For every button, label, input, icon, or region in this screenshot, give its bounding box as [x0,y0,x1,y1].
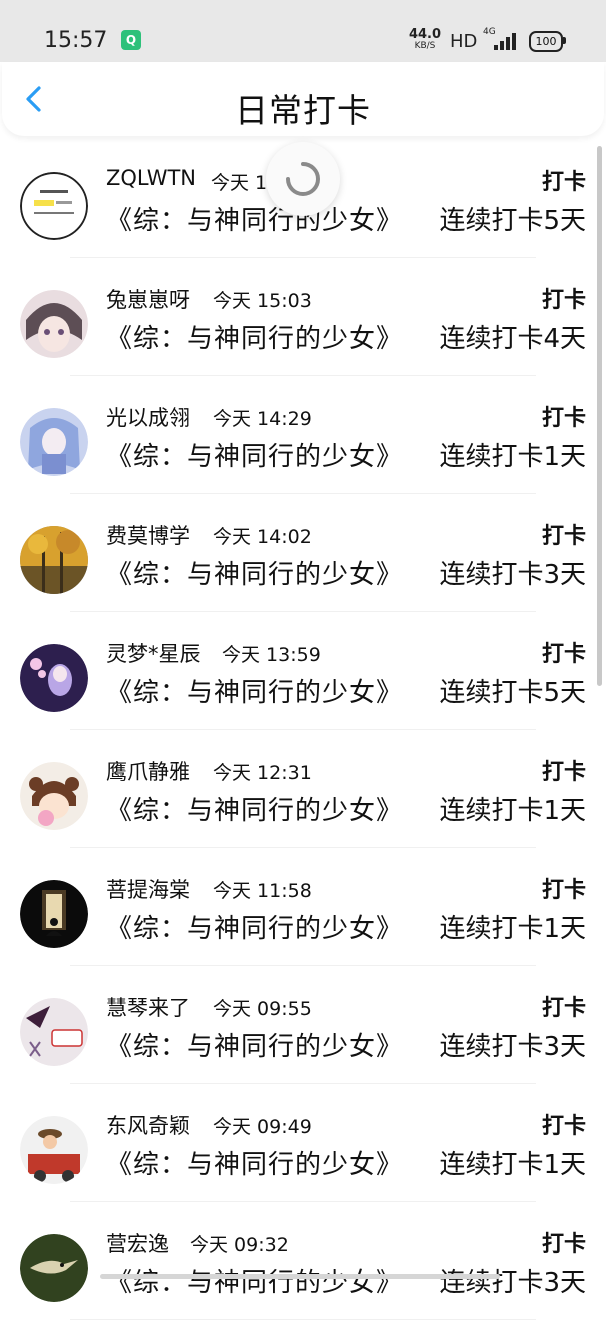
username[interactable]: 费莫博学 [106,520,190,550]
avatar[interactable] [20,1116,88,1184]
checkin-time: 今天 09:49 [213,1116,312,1138]
list-item[interactable]: 灵梦*星辰 今天 13:59 《综：与神同行的少女》 打卡 连续打卡5天 [0,612,606,730]
checkin-time: 今天 14:29 [213,408,312,430]
streak-text: 连续打卡4天 [439,324,586,354]
avatar[interactable] [20,880,88,948]
list-item[interactable]: 菩提海棠 今天 11:58 《综：与神同行的少女》 打卡 连续打卡1天 [0,848,606,966]
username[interactable]: 兔崽崽呀 [106,284,190,314]
streak-text: 连续打卡5天 [439,206,586,236]
checkin-list: ZQLWTN 今天 1 《综：与神同行的少女》 打卡 连续打卡5天 兔崽崽呀 今… [0,140,606,1320]
username[interactable]: 菩提海棠 [106,874,190,904]
username[interactable]: 慧琴来了 [106,992,190,1022]
battery-icon: 100 [529,31,563,52]
username[interactable]: 光以成翎 [106,402,190,432]
book-title[interactable]: 《综：与神同行的少女》 [106,436,403,473]
list-item[interactable]: 光以成翎 今天 14:29 《综：与神同行的少女》 打卡 连续打卡1天 [0,376,606,494]
avatar[interactable] [20,526,88,594]
battery-tip [563,37,566,44]
book-title[interactable]: 《综：与神同行的少女》 [106,1026,403,1063]
username[interactable]: 东风奇颖 [106,1110,190,1140]
checkin-time: 今天 13:59 [222,644,321,666]
checkin-label: 打卡 [541,1232,586,1257]
checkin-time: 今天 11:58 [213,880,312,902]
book-title[interactable]: 《综：与神同行的少女》 [106,672,403,709]
checkin-time: 今天 12:31 [213,762,312,784]
checkin-label: 打卡 [541,996,586,1021]
checkin-time: 今天 1 [211,172,268,194]
avatar[interactable] [20,1234,88,1302]
checkin-label: 打卡 [541,288,586,313]
book-title[interactable]: 《综：与神同行的少女》 [106,908,403,945]
list-item[interactable]: 费莫博学 今天 14:02 《综：与神同行的少女》 打卡 连续打卡3天 [0,494,606,612]
list-item[interactable]: 慧琴来了 今天 09:55 《综：与神同行的少女》 打卡 连续打卡3天 [0,966,606,1084]
status-time: 15:57 [44,28,108,53]
streak-text: 连续打卡1天 [439,796,586,826]
list-item[interactable]: 兔崽崽呀 今天 15:03 《综：与神同行的少女》 打卡 连续打卡4天 [0,258,606,376]
home-indicator [100,1274,500,1279]
status-bar: 15:57 Q 44.0 KB/S HD 4G 100 [0,0,606,62]
avatar[interactable] [20,762,88,830]
avatar[interactable] [20,172,88,240]
book-title[interactable]: 《综：与神同行的少女》 [106,1144,403,1181]
book-title[interactable]: 《综：与神同行的少女》 [106,318,403,355]
hd-indicator: HD [450,31,478,52]
username[interactable]: ZQLWTN [106,166,196,190]
app-notification-icon: Q [121,30,141,50]
page-header: 日常打卡 [2,62,604,136]
streak-text: 连续打卡3天 [439,560,586,590]
book-title[interactable]: 《综：与神同行的少女》 [106,1262,403,1299]
streak-text: 连续打卡3天 [439,1268,586,1298]
checkin-label: 打卡 [541,524,586,549]
book-title[interactable]: 《综：与神同行的少女》 [106,790,403,827]
streak-text: 连续打卡1天 [439,1150,586,1180]
signal-strength-icon [494,30,520,50]
network-speed-value: 44.0 [408,27,442,42]
streak-text: 连续打卡1天 [439,914,586,944]
streak-text: 连续打卡1天 [439,442,586,472]
checkin-label: 打卡 [541,406,586,431]
username[interactable]: 营宏逸 [106,1228,169,1258]
checkin-time: 今天 15:03 [213,290,312,312]
book-title[interactable]: 《综：与神同行的少女》 [106,200,403,237]
avatar[interactable] [20,998,88,1066]
list-item[interactable]: 东风奇颖 今天 09:49 《综：与神同行的少女》 打卡 连续打卡1天 [0,1084,606,1202]
checkin-time: 今天 14:02 [213,526,312,548]
checkin-time: 今天 09:32 [190,1234,289,1256]
loading-spinner-icon [266,142,340,216]
page-title: 日常打卡 [235,91,371,130]
checkin-time: 今天 09:55 [213,998,312,1020]
checkin-label: 打卡 [541,1114,586,1139]
streak-text: 连续打卡3天 [439,1032,586,1062]
checkin-label: 打卡 [541,642,586,667]
username[interactable]: 鹰爪静雅 [106,756,190,786]
scrollbar[interactable] [597,146,602,686]
checkin-label: 打卡 [541,170,586,195]
book-title[interactable]: 《综：与神同行的少女》 [106,554,403,591]
username[interactable]: 灵梦*星辰 [106,638,201,668]
avatar[interactable] [20,408,88,476]
avatar[interactable] [20,290,88,358]
avatar[interactable] [20,644,88,712]
streak-text: 连续打卡5天 [439,678,586,708]
checkin-label: 打卡 [541,760,586,785]
list-item[interactable]: 鹰爪静雅 今天 12:31 《综：与神同行的少女》 打卡 连续打卡1天 [0,730,606,848]
network-speed-unit: KB/S [414,41,436,51]
checkin-label: 打卡 [541,878,586,903]
list-item[interactable]: 营宏逸 今天 09:32 《综：与神同行的少女》 打卡 连续打卡3天 [0,1202,606,1320]
network-speed: 44.0 KB/S [408,28,442,51]
